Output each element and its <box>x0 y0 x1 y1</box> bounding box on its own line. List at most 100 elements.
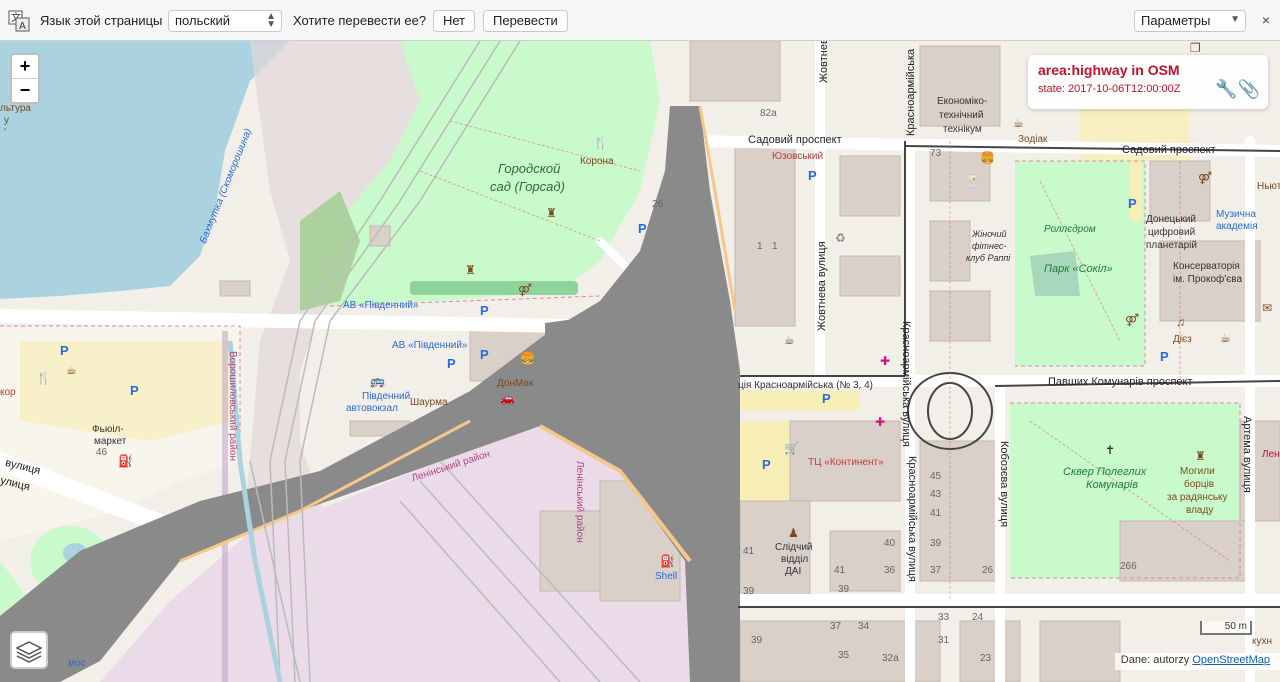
label-tts: ТЦ «Континент» <box>808 457 884 468</box>
zoom-out-button[interactable]: − <box>12 79 38 102</box>
church-icon[interactable]: ✝ <box>1105 443 1115 457</box>
label-park-sokil: Парк «Сокіл» <box>1044 263 1113 275</box>
label-kultura-2: у <box>4 115 9 126</box>
label-muzychna-2: академія <box>1216 221 1258 232</box>
toilets-icon[interactable]: ⚤ <box>518 283 532 297</box>
restaurant-icon[interactable]: 🍴 <box>593 136 608 150</box>
parking-icon[interactable]: P <box>480 347 489 362</box>
label-yuzovskyi: Юзовський <box>772 151 824 162</box>
post-icon[interactable]: ✉ <box>1262 301 1272 315</box>
parking-icon[interactable]: P <box>638 221 647 236</box>
bus-station-icon[interactable]: 🚌 <box>370 374 385 388</box>
options-select-value: Параметры <box>1141 13 1211 28</box>
toilets-icon[interactable]: ⚤ <box>1125 313 1139 327</box>
translate-question: Хотите перевести ее? <box>293 13 427 28</box>
label-n34: 34 <box>858 621 870 632</box>
select-arrows-icon: ▲ ▼ <box>266 11 276 30</box>
bar-icon[interactable]: 🍸 <box>966 174 981 188</box>
parking-icon[interactable]: P <box>447 356 456 371</box>
label-mohyly-3: за радянську <box>1167 492 1228 503</box>
toilets-icon[interactable]: ⚤ <box>1198 171 1212 185</box>
label-krasnoarm-top: Красноармійська <box>905 48 917 136</box>
label-donetskyi-1: Донецький <box>1146 214 1197 225</box>
parking-icon[interactable]: P <box>1160 349 1169 364</box>
label-n39b: 39 <box>838 584 850 595</box>
restaurant-icon[interactable]: 🍴 <box>36 371 51 385</box>
parking-icon[interactable]: P <box>1128 196 1137 211</box>
parking-icon[interactable]: P <box>808 168 817 183</box>
car-icon[interactable]: 🚗 <box>500 391 515 405</box>
language-select[interactable]: польский ▲ ▼ <box>168 10 282 32</box>
label-slidchyi-2: відділ <box>781 554 809 565</box>
fastfood-icon[interactable]: 🍔 <box>980 151 995 165</box>
attribution: Dane: autorzy OpenStreetMap <box>1114 653 1280 670</box>
label-mos: мос <box>68 658 86 669</box>
label-zhovtneva-top: Жовтнева <box>818 41 830 83</box>
close-translate-bar-button[interactable]: × <box>1262 12 1270 28</box>
label-artema: Артема вулиця <box>1241 416 1253 493</box>
layers-button[interactable] <box>10 631 48 669</box>
music-icon[interactable]: ♫ <box>1176 315 1185 329</box>
language-select-value: польский <box>175 13 231 28</box>
zoom-in-button[interactable]: + <box>12 55 38 79</box>
fastfood-icon[interactable]: 🍔 <box>520 351 535 365</box>
zoom-control: + − <box>10 53 40 104</box>
translate-button[interactable]: Перевести <box>483 10 568 32</box>
parking-icon[interactable]: P <box>480 303 489 318</box>
label-sadovyi-right: Садовий проспект <box>1122 144 1216 156</box>
label-zhinochyi-2: фітнес- <box>972 241 1007 251</box>
label-korona: Корона <box>580 156 614 167</box>
label-n1b: 1 <box>772 241 778 252</box>
label-n24: 24 <box>972 612 984 623</box>
library-icon[interactable]: ❐ <box>1190 41 1201 55</box>
label-slidchyi-3: ДАІ <box>785 566 802 577</box>
cafe-icon[interactable]: ☕ <box>1013 116 1024 130</box>
label-donmak: ДонМак <box>497 378 534 389</box>
label-n2b: 2б <box>652 199 664 210</box>
wrench-icon[interactable]: 🔧 <box>1215 79 1237 99</box>
translate-icon[interactable]: 文 A <box>8 10 30 32</box>
label-ekonomiko-2: технічний <box>939 110 984 121</box>
shop-icon[interactable]: 🛒 <box>784 441 799 455</box>
no-button[interactable]: Нет <box>433 10 476 32</box>
attribution-link[interactable]: OpenStreetMap <box>1192 654 1270 666</box>
label-konservatoriia-1: Консерваторія <box>1173 261 1240 272</box>
pharmacy-icon[interactable]: ✚ <box>875 415 885 429</box>
pharmacy-icon[interactable]: ✚ <box>880 354 890 368</box>
label-ekonomiko-3: технікум <box>943 124 982 135</box>
parking-icon[interactable]: P <box>762 457 771 472</box>
memorial-icon[interactable]: ♜ <box>1195 449 1206 463</box>
map-canvas[interactable]: Садовий проспект Садовий проспект Павших… <box>0 41 1280 682</box>
label-kultura-3: ' <box>4 127 6 138</box>
monument-icon[interactable]: ♜ <box>465 263 476 277</box>
police-icon[interactable]: ♟ <box>788 526 799 540</box>
label-skver-1: Сквер Полеглих <box>1063 466 1147 478</box>
info-box: area:highway in OSM state: 2017-10-06T12… <box>1028 55 1268 109</box>
parking-icon[interactable]: P <box>130 383 139 398</box>
label-av-pivdennyi-1: АВ «Південний» <box>343 300 419 311</box>
info-title: area:highway in OSM <box>1038 62 1180 78</box>
parking-icon[interactable]: P <box>822 391 831 406</box>
fuel-icon[interactable]: ⛽ <box>660 554 675 568</box>
cafe-icon[interactable]: ☕ <box>1220 331 1231 345</box>
label-leninskyi-v: Ленінський район <box>574 461 585 543</box>
parking-icon[interactable]: P <box>60 343 69 358</box>
paperclip-icon[interactable]: 📎 <box>1238 79 1260 99</box>
label-n33: 33 <box>938 612 950 623</box>
label-diez: Дієз <box>1173 334 1192 345</box>
fuel-icon[interactable]: ⛽ <box>118 454 133 468</box>
cafe-icon[interactable]: ☕ <box>66 363 77 377</box>
label-muzychna-1: Музична <box>1216 209 1256 220</box>
monument-icon[interactable]: ♜ <box>546 206 557 220</box>
label-n41b: 41 <box>834 565 846 576</box>
label-voroshylov: Ворошиловський район <box>227 351 238 461</box>
label-sadovyi-left: Садовий проспект <box>748 134 842 146</box>
label-zhinochyi-1: Жіночий <box>972 229 1007 239</box>
label-len: Лен <box>1262 449 1280 460</box>
cafe-icon[interactable]: ☕ <box>784 333 795 347</box>
label-n45: 45 <box>930 471 942 482</box>
recycling-icon[interactable]: ♻ <box>835 231 846 245</box>
label-n41: 41 <box>930 508 942 519</box>
options-select[interactable]: Параметры ▼ <box>1134 10 1246 32</box>
label-fyuil-1: Фьюіл- <box>92 424 124 435</box>
